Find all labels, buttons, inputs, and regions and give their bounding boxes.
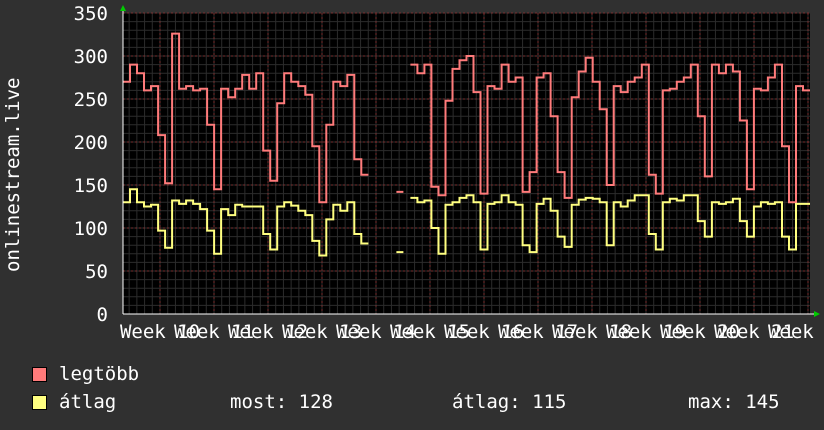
y-tick-label: 50 (85, 261, 108, 283)
y-axis-title: onlinestream.live (2, 77, 24, 272)
y-tick-label: 200 (74, 132, 108, 154)
y-axis-arrow (120, 5, 126, 11)
chart-container: 0 50 100 150 200 250 300 350 Week 10 Week 11 Week … (0, 0, 824, 430)
y-tick-label: 250 (74, 89, 108, 111)
x-tick-label: Week 22 (768, 321, 824, 343)
stat-max: max: 145 (688, 391, 780, 413)
y-tick-label: 300 (74, 46, 108, 68)
legend-label-max: legtöbb (59, 363, 140, 385)
legend-label-avg: átlag (59, 391, 117, 413)
y-tick-label: 100 (74, 218, 108, 240)
y-tick-label: 0 (97, 304, 108, 326)
legend-swatch-max (32, 366, 47, 382)
legend-item-avg: átlag (32, 391, 116, 413)
stat-avg: átlag: 115 (452, 391, 567, 413)
stat-now: most: 128 (230, 391, 333, 413)
legend-swatch-avg (32, 394, 47, 410)
y-tick-label: 150 (74, 175, 108, 197)
x-axis-arrow (814, 311, 820, 317)
y-tick-label: 350 (74, 3, 108, 25)
legend-item-max: legtöbb (32, 363, 139, 385)
